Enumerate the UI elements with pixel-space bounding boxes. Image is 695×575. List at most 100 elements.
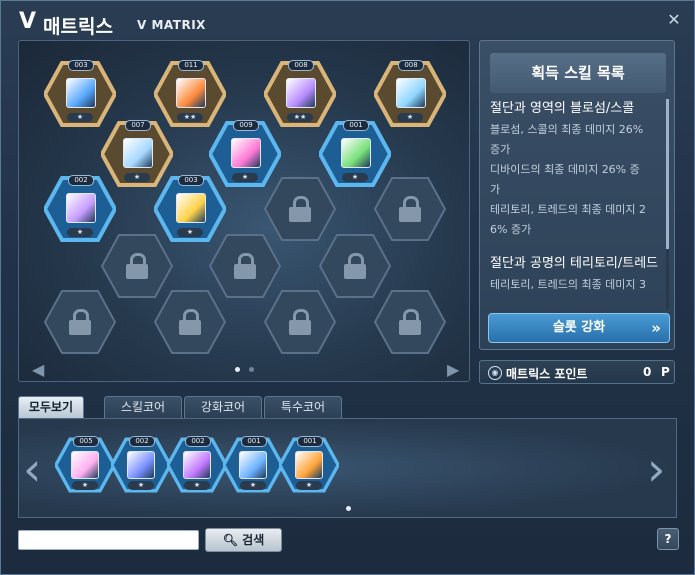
- skill-list-scrollbar[interactable]: [666, 99, 669, 309]
- inventory-page-dot[interactable]: [346, 506, 351, 511]
- board-prev-arrow[interactable]: ◀: [32, 360, 44, 379]
- core-blue-burst-icon: [127, 451, 155, 479]
- star-rating: ★: [296, 481, 322, 490]
- core-inventory: ‹ › 005 ★ 002 ★ 002 ★ 001 ★ 001 ★: [18, 418, 677, 518]
- inventory-next-arrow[interactable]: ›: [647, 441, 665, 497]
- slot-enhance-label: 슬롯 강화: [552, 320, 606, 335]
- matrix-board: 003 ★ 011 ★★ 008 ★★ 008 ★ 007 ★ 009 ★ 00…: [18, 40, 470, 382]
- star-rating: ★★: [287, 113, 313, 122]
- page-dot[interactable]: [249, 367, 254, 372]
- lock-icon: [399, 196, 421, 222]
- tab-all[interactable]: 모두보기: [18, 396, 84, 418]
- inventory-core[interactable]: 002 ★: [167, 436, 227, 493]
- core-butterfly-icon: [71, 451, 99, 479]
- core-level-badge: 007: [125, 120, 151, 131]
- core-level-badge: 009: [233, 120, 259, 131]
- skill-pink-burst-icon: [231, 138, 261, 168]
- skill-purple-wing-icon: [66, 193, 96, 223]
- lock-icon: [69, 309, 91, 335]
- skill-entry-line: 가: [490, 183, 501, 196]
- lock-icon: [234, 253, 256, 279]
- skill-entry-line: 6% 증가: [490, 223, 532, 236]
- title-bar[interactable]: V 매트릭스 V MATRIX ✕: [1, 1, 694, 41]
- skill-entry-line: 증가: [490, 143, 511, 156]
- skill-list-panel: 획득 스킬 목록 절단과 영역의 블로섬/스콜 블로섬, 스콜의 최종 데미지 …: [479, 40, 675, 350]
- star-rating: ★: [240, 481, 266, 490]
- inventory-core[interactable]: 001 ★: [279, 436, 339, 493]
- star-rating: ★: [124, 173, 150, 182]
- core-level-badge: 001: [343, 120, 369, 131]
- core-level-badge: 008: [398, 60, 424, 71]
- lock-icon: [179, 309, 201, 335]
- star-rating: ★★: [177, 113, 203, 122]
- inventory-core[interactable]: 002 ★: [111, 436, 171, 493]
- equipped-skill-slot[interactable]: 003 ★: [44, 60, 116, 127]
- core-level-badge: 005: [73, 436, 99, 447]
- close-icon[interactable]: ✕: [665, 11, 683, 29]
- core-level-badge: 001: [297, 436, 323, 447]
- search-button-label: 검색: [242, 533, 265, 547]
- star-rating: ★: [177, 228, 203, 237]
- locked-slot[interactable]: [374, 289, 446, 355]
- matrix-points-unit: P: [661, 365, 670, 379]
- slot-enhance-button[interactable]: 슬롯 강화 »: [488, 313, 670, 343]
- inventory-core[interactable]: 005 ★: [55, 436, 115, 493]
- skill-ice-slash-icon: [123, 138, 153, 168]
- star-rating: ★: [232, 173, 258, 182]
- double-chevron-icon: »: [651, 319, 661, 337]
- skill-gold-armor-icon: [176, 193, 206, 223]
- lock-icon: [344, 253, 366, 279]
- skill-green-eye-icon: [341, 138, 371, 168]
- lock-icon: [126, 253, 148, 279]
- skill-crystal-purple-icon: [286, 78, 316, 108]
- core-level-badge: 002: [129, 436, 155, 447]
- locked-slot[interactable]: [154, 289, 226, 355]
- skill-flame-orange-blue-icon: [176, 78, 206, 108]
- skill-entry-title: 절단과 영역의 블로섬/스콜: [490, 101, 635, 116]
- equipped-skill-slot[interactable]: 011 ★★: [154, 60, 226, 127]
- tab-skill-core[interactable]: 스킬코어: [104, 396, 182, 418]
- core-level-badge: 011: [178, 60, 204, 71]
- search-input[interactable]: [18, 530, 199, 550]
- equipped-skill-slot[interactable]: 008 ★: [374, 60, 446, 127]
- board-next-arrow[interactable]: ▶: [447, 360, 459, 379]
- star-rating: ★: [67, 113, 93, 122]
- locked-slot[interactable]: [264, 289, 336, 355]
- skill-entry-line: 블로섬, 스콜의 최종 데미지 26%: [490, 123, 644, 136]
- skill-wing-blue-icon: [396, 78, 426, 108]
- core-fire-sphere-icon: [295, 451, 323, 479]
- search-button[interactable]: 🔍︎ 검색: [205, 528, 282, 552]
- skill-list-body: 절단과 영역의 블로섬/스콜 블로섬, 스콜의 최종 데미지 26% 증가 디바…: [490, 99, 662, 309]
- core-level-badge: 008: [288, 60, 314, 71]
- help-button[interactable]: ?: [657, 528, 679, 550]
- star-rating: ★: [72, 481, 98, 490]
- window-title: 매트릭스: [43, 16, 113, 38]
- skill-entry-title: 절단과 공명의 테리토리/트레드: [490, 256, 659, 271]
- core-level-badge: 003: [178, 175, 204, 186]
- tab-special-core[interactable]: 특수코어: [264, 396, 342, 418]
- inventory-prev-arrow[interactable]: ‹: [23, 441, 41, 497]
- skill-entry-line: 디바이드의 최종 데미지 26% 증: [490, 163, 640, 176]
- locked-slot[interactable]: [44, 289, 116, 355]
- inventory-core[interactable]: 001 ★: [223, 436, 283, 493]
- skill-flame-blue-orange-icon: [66, 78, 96, 108]
- core-level-badge: 002: [185, 436, 211, 447]
- lock-icon: [289, 196, 311, 222]
- matrix-point-icon: ◉: [488, 366, 502, 380]
- equipped-skill-slot[interactable]: 008 ★★: [264, 60, 336, 127]
- core-purple-swirl-icon: [183, 451, 211, 479]
- skill-list-header: 획득 스킬 목록: [490, 53, 666, 93]
- star-rating: ★: [128, 481, 154, 490]
- tab-enhance-core[interactable]: 강화코어: [184, 396, 262, 418]
- scrollbar-thumb[interactable]: [666, 99, 669, 249]
- lock-icon: [399, 309, 421, 335]
- star-rating: ★: [67, 228, 93, 237]
- matrix-points-label: 매트릭스 포인트: [506, 367, 588, 381]
- core-level-badge: 001: [241, 436, 267, 447]
- lock-icon: [289, 309, 311, 335]
- star-rating: ★: [397, 113, 423, 122]
- core-level-badge: 002: [68, 175, 94, 186]
- skill-entry-line: 테리토리, 트레드의 최종 데미지 3: [490, 278, 647, 291]
- title-v-letter: V: [19, 9, 37, 34]
- page-dot-active[interactable]: [235, 367, 240, 372]
